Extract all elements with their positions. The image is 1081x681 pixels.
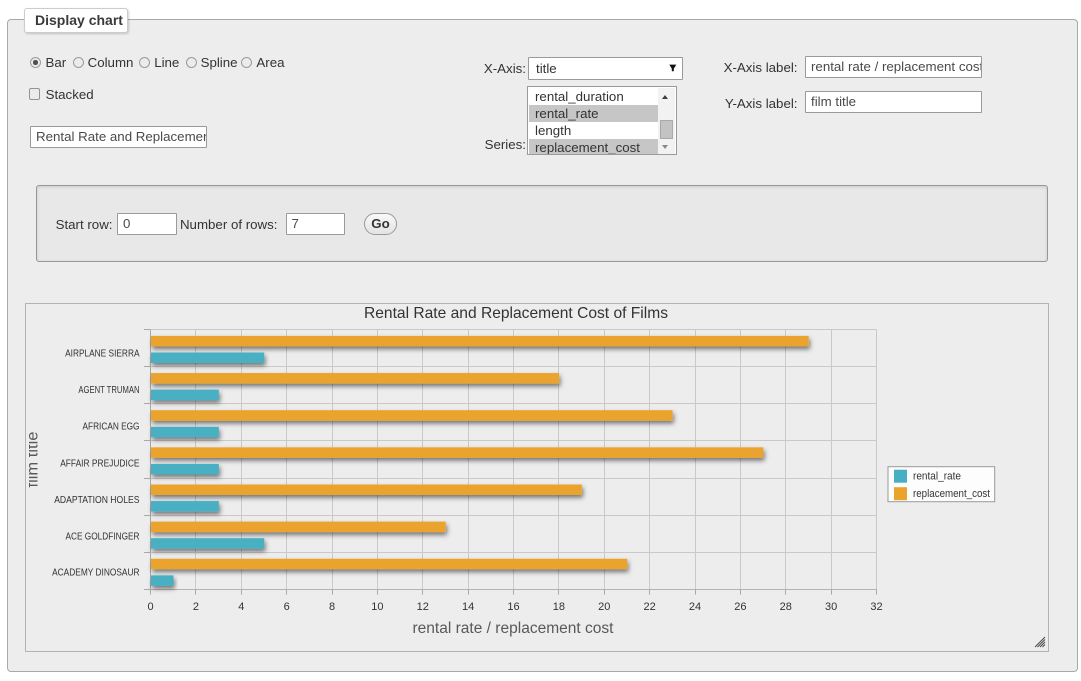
svg-text:20: 20: [598, 601, 610, 613]
svg-text:AGENT TRUMAN: AGENT TRUMAN: [78, 385, 139, 396]
svg-text:rental_rate: rental_rate: [913, 471, 961, 483]
svg-text:30: 30: [825, 601, 837, 613]
svg-text:28: 28: [780, 601, 792, 613]
svg-text:film title: film title: [29, 432, 42, 488]
svg-text:AFFAIR PREJUDICE: AFFAIR PREJUDICE: [60, 459, 139, 470]
svg-text:ACADEMY DINOSAUR: ACADEMY DINOSAUR: [52, 567, 139, 578]
svg-text:ACE GOLDFINGER: ACE GOLDFINGER: [66, 532, 140, 543]
svg-text:10: 10: [371, 601, 383, 613]
svg-text:2: 2: [193, 601, 199, 613]
svg-text:6: 6: [284, 601, 290, 613]
svg-text:26: 26: [734, 601, 746, 613]
svg-text:rental rate / replacement cost: rental rate / replacement cost: [413, 620, 615, 637]
svg-text:0: 0: [147, 601, 153, 613]
svg-text:12: 12: [417, 601, 429, 613]
svg-text:24: 24: [689, 601, 701, 613]
svg-text:Rental Rate and Replacement Co: Rental Rate and Replacement Cost of Film…: [364, 305, 668, 322]
svg-text:32: 32: [870, 601, 882, 613]
svg-text:8: 8: [329, 601, 335, 613]
svg-text:14: 14: [462, 601, 474, 613]
svg-text:4: 4: [238, 601, 244, 613]
svg-text:AIRPLANE SIERRA: AIRPLANE SIERRA: [65, 349, 140, 360]
svg-text:AFRICAN EGG: AFRICAN EGG: [83, 421, 140, 432]
svg-text:ADAPTATION HOLES: ADAPTATION HOLES: [54, 495, 139, 506]
svg-text:18: 18: [553, 601, 565, 613]
svg-text:replacement_cost: replacement_cost: [913, 488, 990, 500]
svg-text:22: 22: [644, 601, 656, 613]
svg-text:16: 16: [507, 601, 519, 613]
